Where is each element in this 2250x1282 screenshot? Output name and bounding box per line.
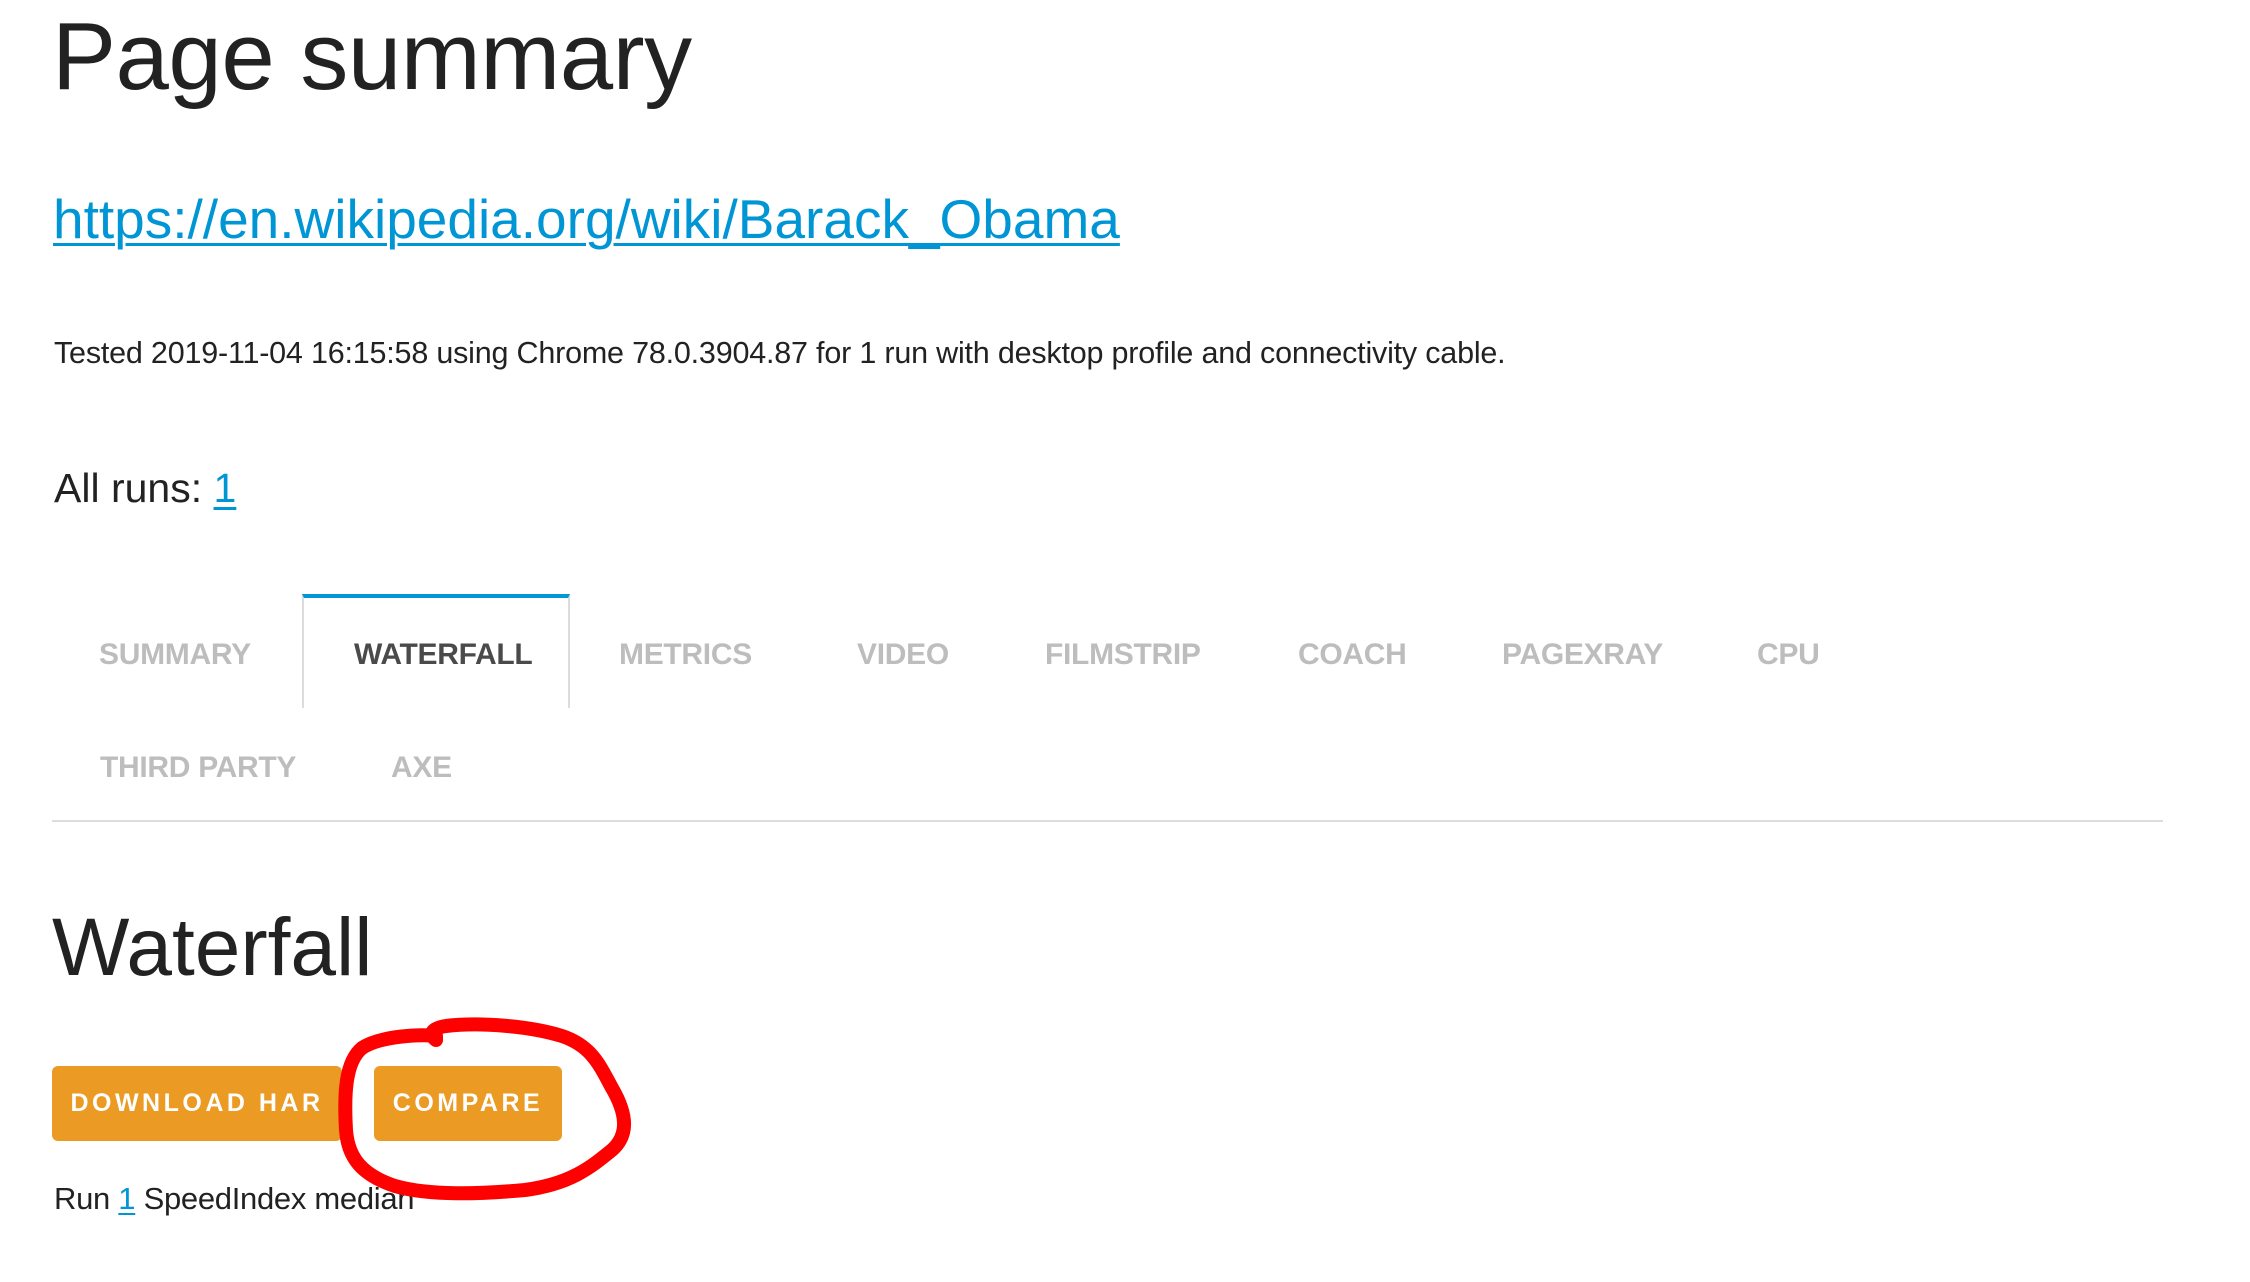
- tab-pagexray[interactable]: PAGEXRAY: [1502, 637, 1663, 673]
- tab-axe[interactable]: AXE: [391, 750, 452, 786]
- tab-summary[interactable]: SUMMARY: [99, 637, 251, 673]
- run-link-1[interactable]: 1: [214, 465, 237, 511]
- run-suffix: SpeedIndex median: [143, 1181, 415, 1216]
- test-info-text: Tested 2019-11-04 16:15:58 using Chrome …: [54, 336, 1506, 370]
- run-speedindex-text: Run 1 SpeedIndex median: [54, 1180, 415, 1218]
- tab-coach[interactable]: COACH: [1298, 637, 1407, 673]
- compare-button[interactable]: COMPARE: [374, 1066, 562, 1141]
- section-heading: Waterfall: [52, 902, 373, 993]
- tab-metrics[interactable]: METRICS: [619, 637, 752, 673]
- download-har-button[interactable]: DOWNLOAD HAR: [52, 1066, 342, 1141]
- all-runs: All runs: 1: [54, 464, 236, 512]
- tab-waterfall[interactable]: WATERFALL: [354, 637, 533, 673]
- run-prefix: Run: [54, 1181, 110, 1216]
- tab-video[interactable]: VIDEO: [857, 637, 949, 673]
- all-runs-label: All runs:: [54, 465, 203, 511]
- tabs-divider: [52, 820, 2163, 822]
- tab-cpu[interactable]: CPU: [1757, 637, 1820, 673]
- tested-url-link[interactable]: https://en.wikipedia.org/wiki/Barack_Oba…: [53, 187, 1120, 251]
- page-title: Page summary: [52, 3, 692, 110]
- tab-third-party[interactable]: THIRD PARTY: [100, 750, 296, 786]
- tab-filmstrip[interactable]: FILMSTRIP: [1045, 637, 1201, 673]
- run-link[interactable]: 1: [118, 1181, 135, 1216]
